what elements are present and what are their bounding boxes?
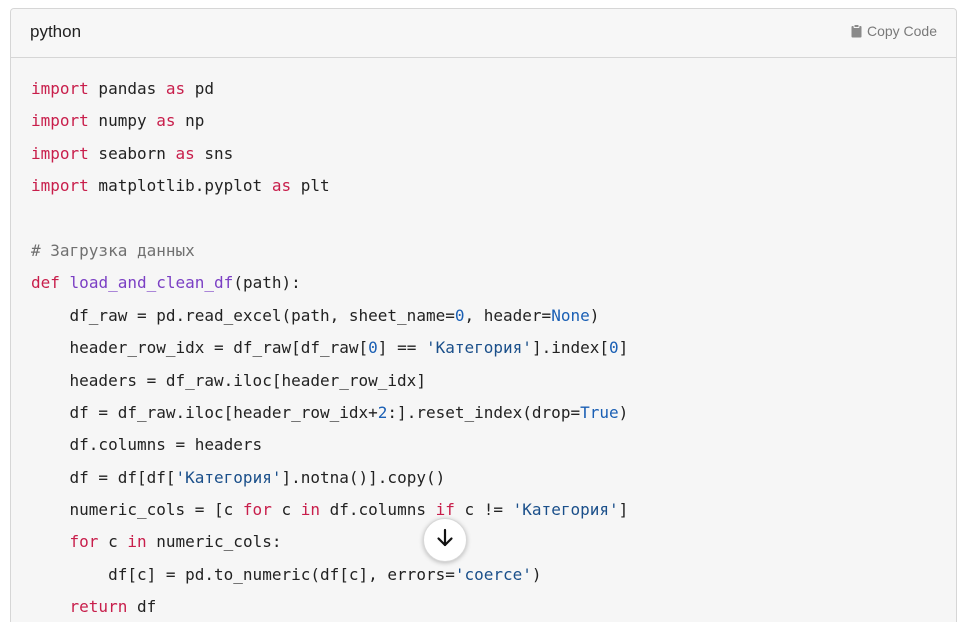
code-token: numeric_cols = [c xyxy=(31,500,243,520)
code-token: ] == xyxy=(377,338,426,358)
code-token: in xyxy=(300,500,320,520)
code-line: headers = df_raw.iloc[header_row_idx] xyxy=(31,365,956,397)
code-token: as xyxy=(271,176,292,196)
code-block: python Copy Code import pandas as pd impo… xyxy=(10,8,957,622)
code-token: ] xyxy=(618,500,629,520)
code-line: df = df_raw.iloc[header_row_idx+2:].rese… xyxy=(31,397,956,429)
code-token: def xyxy=(31,273,60,293)
code-token: 0 xyxy=(609,338,619,358)
code-line: numeric_cols = [c for c in df.columns if… xyxy=(31,494,956,526)
code-token: for xyxy=(69,532,99,552)
code-token: ].index[ xyxy=(531,338,609,358)
code-token: 'Категория' xyxy=(425,338,532,358)
code-token: headers = df_raw.iloc[header_row_idx] xyxy=(31,370,426,390)
code-token: as xyxy=(165,79,186,98)
code-token: numpy xyxy=(88,111,157,131)
code-token: (path): xyxy=(233,273,301,293)
code-token: df.columns xyxy=(320,500,436,520)
code-token: None xyxy=(551,305,590,325)
code-line: # Загрузка данных xyxy=(31,235,956,267)
code-token: df xyxy=(127,597,157,617)
code-line: df[c] = pd.to_numeric(df[c], errors='coe… xyxy=(31,559,956,591)
copy-code-label: Copy Code xyxy=(866,23,937,39)
code-token: ].notna()].copy() xyxy=(281,467,446,487)
scroll-to-bottom-button[interactable] xyxy=(423,518,467,562)
code-token: numeric_cols: xyxy=(146,532,282,552)
code-token: ) xyxy=(531,564,542,584)
code-line: df = df[df['Категория'].notna()].copy() xyxy=(31,462,956,494)
code-token: sns xyxy=(194,143,234,163)
code-token: plt xyxy=(291,176,330,196)
clipboard-icon xyxy=(851,24,862,38)
code-line: header_row_idx = df_raw[df_raw[0] == 'Ка… xyxy=(31,332,956,364)
code-line: df_raw = pd.read_excel(path, sheet_name=… xyxy=(31,300,956,332)
code-token: # Загрузка данных xyxy=(31,240,195,260)
code-token: load_and_clean_df xyxy=(69,273,234,293)
code-token: df_raw = pd.read_excel(path, sheet_name= xyxy=(31,305,455,325)
code-token: as xyxy=(175,143,195,163)
code-token: pandas xyxy=(88,79,166,98)
arrow-down-icon xyxy=(436,528,454,553)
code-token: np xyxy=(175,111,205,131)
code-token: 'coerce' xyxy=(454,564,532,584)
code-token: df = df_raw.iloc[header_row_idx+ xyxy=(31,402,378,422)
code-token: if xyxy=(435,500,455,520)
code-token: 'Категория' xyxy=(175,467,282,487)
code-token: c != xyxy=(454,500,513,520)
code-token: :].reset_index(drop= xyxy=(387,402,581,422)
code-token: 0 xyxy=(368,338,378,358)
code-token: df = df[df[ xyxy=(31,467,176,487)
code-token: ) xyxy=(589,305,600,325)
code-token: for xyxy=(242,500,272,520)
code-token: ) xyxy=(618,402,629,422)
code-line: return df xyxy=(31,591,956,622)
code-token: in xyxy=(127,532,147,552)
code-token: , header= xyxy=(464,305,552,325)
code-line: import pandas as pd xyxy=(31,73,956,105)
code-line: import matplotlib.pyplot as plt xyxy=(31,170,956,202)
code-block-header: python Copy Code xyxy=(11,9,956,58)
code-token: header_row_idx = df_raw[df_raw[ xyxy=(31,338,369,358)
code-token: seaborn xyxy=(88,143,176,163)
code-token: df.columns = headers xyxy=(31,435,263,455)
code-token: import xyxy=(31,143,89,163)
code-token: return xyxy=(69,597,128,617)
code-token: 2 xyxy=(377,402,388,422)
code-content: import pandas as pd import numpy as np imp… xyxy=(31,73,956,622)
code-token: 'Категория' xyxy=(512,500,619,520)
code-token: c xyxy=(271,500,301,520)
code-token: True xyxy=(580,402,619,422)
code-line: import seaborn as sns xyxy=(31,138,956,170)
code-token: import xyxy=(31,111,89,131)
language-label: python xyxy=(30,22,82,41)
code-token: import xyxy=(31,176,89,196)
code-line: def load_and_clean_df(path): xyxy=(31,267,956,299)
code-token: c xyxy=(98,532,128,552)
code-token: ] xyxy=(618,338,629,358)
code-token: matplotlib.pyplot xyxy=(88,176,272,196)
code-token: import xyxy=(31,79,89,98)
code-line: for c in numeric_cols: xyxy=(31,526,956,558)
code-token: as xyxy=(156,111,176,131)
code-token: pd xyxy=(185,79,215,98)
copy-code-button[interactable]: Copy Code xyxy=(851,23,937,39)
code-line: import numpy as np xyxy=(31,105,956,137)
code-line: df.columns = headers xyxy=(31,429,956,461)
code-token: df[c] = pd.to_numeric(df[c], errors= xyxy=(31,564,455,584)
